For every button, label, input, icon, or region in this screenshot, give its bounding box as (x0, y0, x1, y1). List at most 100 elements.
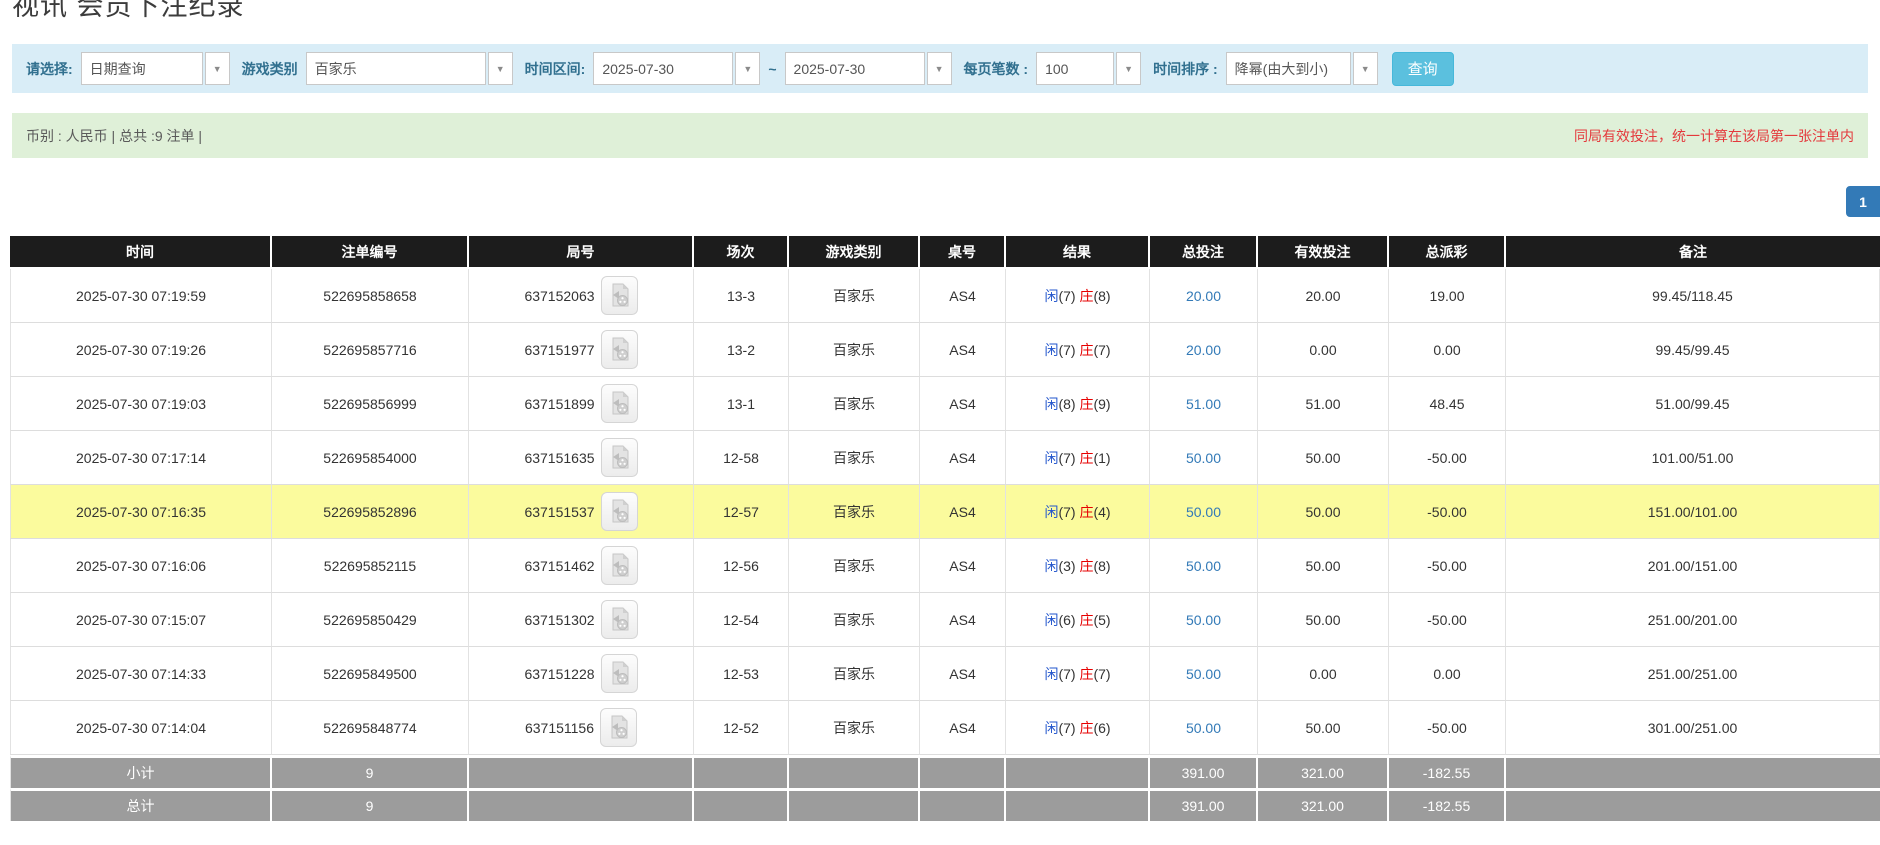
query-button[interactable]: 查询 (1391, 51, 1454, 86)
result-score: (4) (1093, 503, 1111, 520)
cell-payout: 0.00 (1389, 323, 1506, 377)
cell-bet-id: 522695848774 (272, 701, 469, 755)
chevron-down-icon[interactable]: ▼ (1116, 52, 1142, 85)
summary-empty (469, 755, 694, 788)
result-score: (7) (1058, 719, 1080, 736)
cell-time: 2025-07-30 07:19:59 (10, 269, 272, 323)
round-id-with-video: 637151899 (524, 384, 638, 423)
summary-empty (469, 788, 694, 821)
cell-time: 2025-07-30 07:15:07 (10, 593, 272, 647)
select-type-label: 请选择: (26, 60, 73, 77)
table-row: 2025-07-30 07:16:06 522695852115 637151462… (10, 539, 1880, 593)
game-type-select[interactable]: 百家乐 ▼ (305, 52, 513, 85)
result-score: (9) (1093, 395, 1111, 412)
total-bet-link[interactable]: 20.00 (1186, 288, 1221, 304)
table-row: 2025-07-30 07:15:07 522695850429 637151302… (10, 593, 1880, 647)
table-row: 2025-07-30 07:16:35 522695852896 637151537… (10, 485, 1880, 539)
result-banker: 庄 (1079, 557, 1094, 574)
total-bet-link[interactable]: 50.00 (1186, 612, 1221, 628)
video-playback-button[interactable] (600, 492, 638, 531)
cell-session: 13-1 (694, 377, 789, 431)
date-to-value: 2025-07-30 (784, 52, 925, 85)
chevron-down-icon[interactable]: ▼ (926, 52, 952, 85)
result-banker: 庄 (1079, 719, 1094, 736)
result-player: 闲 (1044, 611, 1059, 628)
column-header: 总投注 (1150, 236, 1258, 269)
column-header: 总派彩 (1389, 236, 1506, 269)
total-bet-link[interactable]: 50.00 (1186, 558, 1221, 574)
total-bet-link[interactable]: 20.00 (1186, 342, 1221, 358)
chevron-down-icon[interactable]: ▼ (1352, 52, 1378, 85)
date-to-picker[interactable]: 2025-07-30 ▼ (784, 52, 952, 85)
cell-total-bet: 50.00 (1150, 539, 1258, 593)
video-file-icon (611, 715, 628, 739)
summary-empty (789, 788, 920, 821)
result-score: (6) (1093, 719, 1111, 736)
time-sort-value: 降幂(由大到小) (1225, 52, 1351, 85)
result-banker: 庄 (1079, 611, 1094, 628)
total-bet-link[interactable]: 50.00 (1186, 666, 1221, 682)
round-id-with-video: 637151537 (524, 492, 638, 531)
cell-round-id: 637151635 (469, 431, 694, 485)
round-id-with-video: 637151302 (524, 600, 638, 639)
cell-result: 闲(7) 庄(4) (1006, 485, 1150, 539)
cell-round-id: 637151977 (469, 323, 694, 377)
video-playback-button[interactable] (600, 438, 638, 477)
cell-game-type: 百家乐 (789, 539, 920, 593)
video-file-icon (612, 337, 629, 361)
cell-game-type: 百家乐 (789, 377, 920, 431)
cell-bet-id: 522695858658 (272, 269, 469, 323)
summary-payout: -182.55 (1389, 755, 1506, 788)
query-type-select[interactable]: 日期查询 ▼ (80, 52, 230, 85)
video-playback-button[interactable] (600, 276, 638, 315)
video-file-icon (612, 661, 629, 685)
total-bet-link[interactable]: 50.00 (1186, 720, 1221, 736)
chevron-down-icon[interactable]: ▼ (487, 52, 513, 85)
video-playback-button[interactable] (600, 546, 638, 585)
table-row: 2025-07-30 07:19:26 522695857716 637151977… (10, 323, 1880, 377)
date-from-picker[interactable]: 2025-07-30 ▼ (593, 52, 761, 85)
cell-payout: -50.00 (1389, 701, 1506, 755)
cell-result: 闲(7) 庄(7) (1006, 323, 1150, 377)
bet-records-table: 时间 注单编号 局号 场次 游戏类别 桌号 结果 总投注 有效投注 总派彩 备注 2025-07-3… (10, 236, 1880, 821)
video-file-icon (612, 445, 629, 469)
result-score: (7) (1093, 341, 1111, 358)
subtotal-row: 小计 9 391.00 321.00 -182.55 (10, 755, 1880, 788)
cell-round-id: 637151899 (469, 377, 694, 431)
chevron-down-icon[interactable]: ▼ (735, 52, 761, 85)
round-id-text: 637151228 (524, 665, 595, 682)
total-bet-link[interactable]: 51.00 (1186, 396, 1221, 412)
video-playback-button[interactable] (600, 600, 638, 639)
cell-total-bet: 50.00 (1150, 593, 1258, 647)
summary-count: 9 (272, 755, 469, 788)
video-playback-button[interactable] (600, 384, 638, 423)
cell-table-no: AS4 (920, 431, 1006, 485)
cell-time: 2025-07-30 07:19:26 (10, 323, 272, 377)
video-playback-button[interactable] (600, 330, 638, 369)
date-range-tilde: ~ (768, 60, 777, 77)
total-bet-link[interactable]: 50.00 (1186, 450, 1221, 466)
chevron-down-icon[interactable]: ▼ (204, 52, 230, 85)
video-playback-button[interactable] (600, 654, 638, 693)
total-bet-link[interactable]: 50.00 (1186, 504, 1221, 520)
summary-count: 9 (272, 788, 469, 821)
summary-bar: 币别 : 人民币 | 总共 :9 注单 | 同局有效投注，统一计算在该局第一张注… (12, 113, 1868, 158)
cell-total-bet: 50.00 (1150, 431, 1258, 485)
page-size-select[interactable]: 100 ▼ (1036, 52, 1142, 85)
video-playback-button[interactable] (600, 708, 638, 747)
pagination-page-1[interactable]: 1 (1846, 186, 1880, 217)
column-header: 游戏类别 (789, 236, 920, 269)
cell-bet-id: 522695856999 (272, 377, 469, 431)
result-player: 闲 (1044, 719, 1059, 736)
result-score: (7) (1058, 287, 1080, 304)
cell-table-no: AS4 (920, 701, 1006, 755)
cell-round-id: 637151537 (469, 485, 694, 539)
time-sort-select[interactable]: 降幂(由大到小) ▼ (1225, 52, 1378, 85)
cell-bet-id: 522695850429 (272, 593, 469, 647)
cell-session: 12-56 (694, 539, 789, 593)
result-banker: 庄 (1079, 449, 1094, 466)
cell-result: 闲(3) 庄(8) (1006, 539, 1150, 593)
table-row: 2025-07-30 07:14:33 522695849500 637151228… (10, 647, 1880, 701)
table-row: 2025-07-30 07:19:59 522695858658 637152063… (10, 269, 1880, 323)
cell-game-type: 百家乐 (789, 485, 920, 539)
